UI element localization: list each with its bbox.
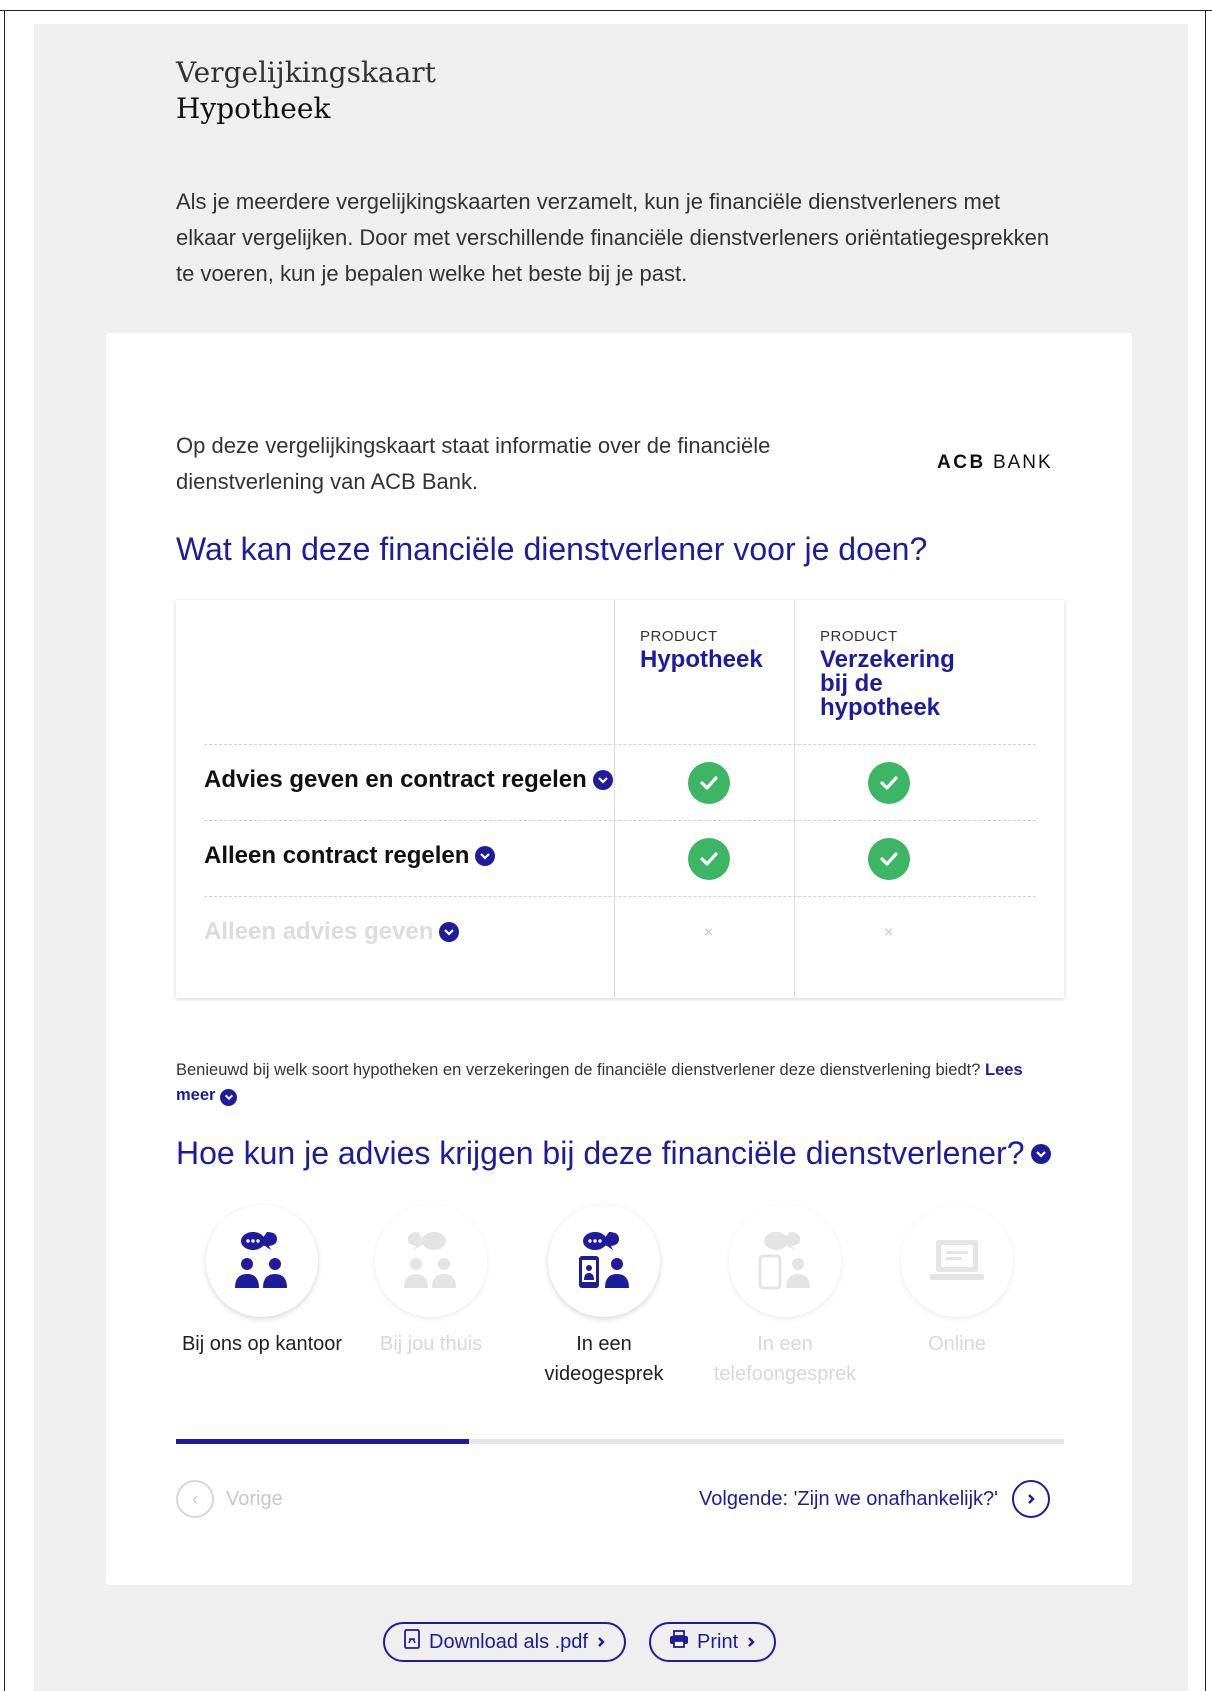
laptop-icon bbox=[901, 1205, 1013, 1317]
channel-label: Bij ons op kantoor bbox=[181, 1333, 343, 1355]
intro-text: Als je meerdere vergelijkingskaarten ver… bbox=[176, 189, 1050, 286]
channel-telefoon: In een telefoongesprek bbox=[695, 1205, 875, 1389]
channel-thuis: Bij jou thuis bbox=[341, 1205, 521, 1359]
chevron-right-icon bbox=[1012, 1480, 1050, 1518]
chevron-down-icon bbox=[1030, 1143, 1051, 1164]
office-meeting-icon bbox=[206, 1205, 318, 1317]
page-kicker: Vergelijkingskaart bbox=[176, 56, 436, 89]
progress-bar bbox=[176, 1439, 1064, 1444]
chevron-down-icon bbox=[592, 770, 613, 790]
chevron-right-icon bbox=[746, 1631, 756, 1654]
check-icon bbox=[868, 838, 910, 880]
printer-icon bbox=[669, 1630, 689, 1654]
page-title: Hypotheek bbox=[176, 92, 331, 125]
print-button[interactable]: Print bbox=[649, 1622, 777, 1662]
acb-bank-logo: ACB BANK bbox=[937, 452, 1053, 473]
prev-button[interactable]: ‹ Vorige bbox=[176, 1480, 283, 1518]
column-divider bbox=[614, 600, 615, 998]
channel-online: Online bbox=[867, 1205, 1047, 1359]
cross-icon: × bbox=[884, 924, 894, 941]
channel-video: In een videogesprek bbox=[514, 1205, 694, 1389]
row-advies-en-contract[interactable]: Advies geven en contract regelen bbox=[204, 766, 613, 794]
phone-call-icon bbox=[729, 1205, 841, 1317]
page-heading: Vergelijkingskaart Hypotheek bbox=[176, 55, 436, 127]
pdf-icon bbox=[403, 1629, 421, 1655]
chevron-down-icon bbox=[439, 922, 460, 942]
card-intro-text: Op deze vergelijkingskaart staat informa… bbox=[176, 433, 771, 494]
home-meeting-icon bbox=[375, 1205, 487, 1317]
check-icon bbox=[688, 762, 730, 804]
progress-fill bbox=[176, 1439, 470, 1444]
column-divider bbox=[794, 600, 795, 998]
row-alleen-contract[interactable]: Alleen contract regelen bbox=[204, 842, 496, 870]
chevron-left-icon: ‹ bbox=[176, 1480, 214, 1518]
next-button[interactable]: Volgende: 'Zijn we onafhankelijk?' bbox=[699, 1480, 1050, 1518]
row-divider bbox=[204, 744, 1036, 745]
advice-channels-question[interactable]: Hoe kun je advies krijgen bij deze finan… bbox=[176, 1135, 1051, 1172]
chevron-down-icon bbox=[475, 846, 496, 866]
product-header-verzekering: PRODUCT Verzekering bij de hypotheek bbox=[820, 628, 955, 721]
row-alleen-advies[interactable]: Alleen advies geven bbox=[204, 918, 460, 946]
channel-label: Bij jou thuis bbox=[379, 1333, 483, 1355]
services-question: Wat kan deze financiële dienstverlener v… bbox=[176, 531, 928, 567]
chevron-right-icon bbox=[596, 1631, 606, 1654]
download-pdf-button[interactable]: Download als .pdf bbox=[383, 1622, 626, 1662]
cross-icon: × bbox=[704, 924, 714, 941]
video-call-icon bbox=[548, 1205, 660, 1317]
channel-label: In een videogesprek bbox=[544, 1333, 664, 1385]
row-divider bbox=[204, 820, 1036, 821]
channel-label: Online bbox=[928, 1333, 986, 1355]
check-icon bbox=[868, 762, 910, 804]
channel-kantoor: Bij ons op kantoor bbox=[172, 1205, 352, 1359]
check-icon bbox=[688, 838, 730, 880]
benieuwd-text: Benieuwd bij welk soort hypotheken en ve… bbox=[176, 1061, 1023, 1106]
product-header-hypotheek: PRODUCT Hypotheek bbox=[640, 628, 763, 673]
row-divider bbox=[204, 896, 1036, 897]
services-matrix: PRODUCT Hypotheek PRODUCT Verzekering bi… bbox=[176, 600, 1064, 998]
chevron-down-icon bbox=[220, 1088, 238, 1106]
channel-label: In een telefoongesprek bbox=[713, 1333, 857, 1385]
